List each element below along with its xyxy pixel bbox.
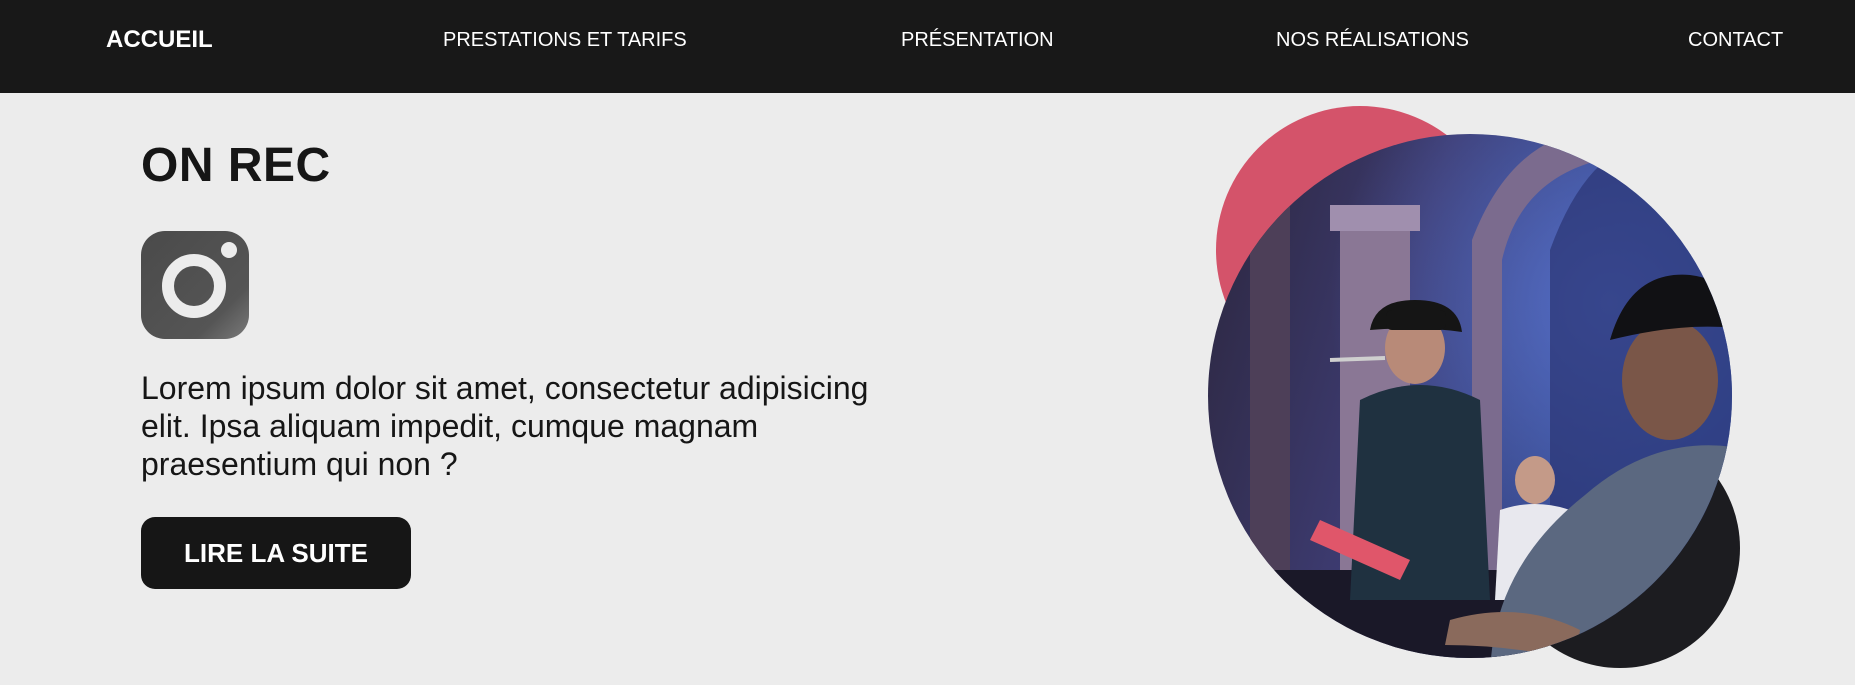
read-more-button[interactable]: LIRE LA SUITE — [141, 517, 411, 589]
nav-link-contact[interactable]: CONTACT — [1688, 0, 1783, 80]
nav-link-home[interactable]: ACCUEIL — [106, 0, 213, 80]
nav-link-services[interactable]: PRESTATIONS ET TARIFS — [443, 0, 687, 80]
hero-title: ON REC — [141, 139, 331, 192]
instagram-icon[interactable] — [141, 231, 249, 339]
hero-description: Lorem ipsum dolor sit amet, consectetur … — [141, 370, 869, 482]
nav-link-presentation[interactable]: PRÉSENTATION — [901, 0, 1054, 80]
hero-visual — [1190, 100, 1750, 680]
nav-link-projects[interactable]: NOS RÉALISATIONS — [1276, 0, 1469, 80]
main-navbar: ACCUEIL PRESTATIONS ET TARIFS PRÉSENTATI… — [0, 0, 1855, 93]
